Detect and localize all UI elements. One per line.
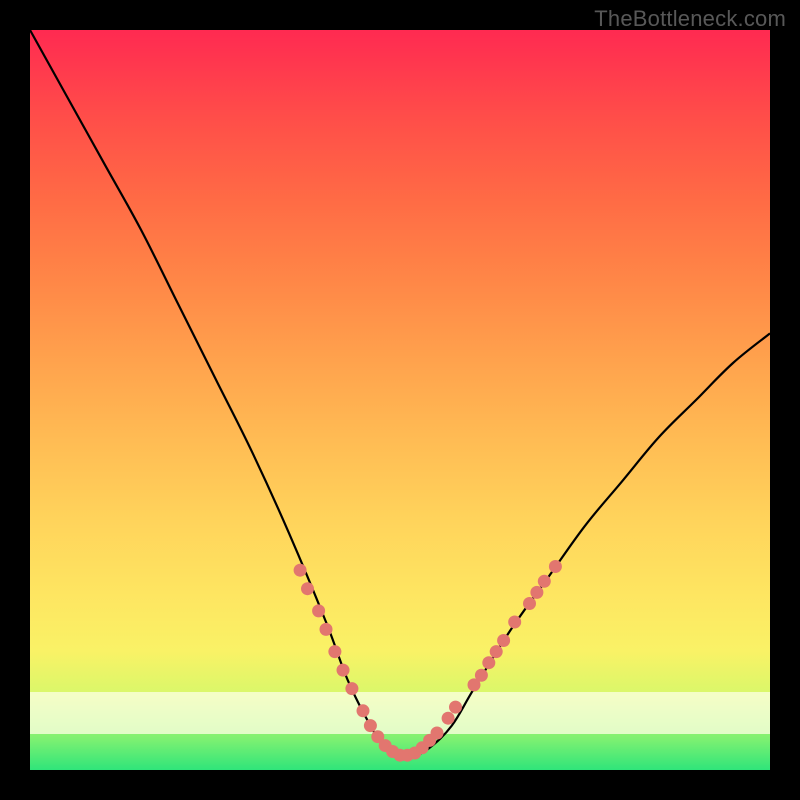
curve-dot (523, 597, 536, 610)
curve-dot (442, 712, 455, 725)
curve-dot (482, 656, 495, 669)
curve-dot (497, 634, 510, 647)
curve-dot (345, 682, 358, 695)
plot-area (30, 30, 770, 770)
curve-dot (320, 623, 333, 636)
curve-dot (364, 719, 377, 732)
watermark-text: TheBottleneck.com (594, 6, 786, 32)
curve-dot (475, 669, 488, 682)
curve-dot (328, 645, 341, 658)
curve-dot (549, 560, 562, 573)
curve-dot (490, 645, 503, 658)
chart-svg (30, 30, 770, 770)
curve-dot (357, 704, 370, 717)
chart-frame: TheBottleneck.com (0, 0, 800, 800)
curve-dot (508, 616, 521, 629)
curve-dot (431, 727, 444, 740)
bottleneck-curve (30, 30, 770, 756)
curve-dot (337, 664, 350, 677)
curve-dot (294, 564, 307, 577)
curve-dot (538, 575, 551, 588)
curve-dot (301, 582, 314, 595)
curve-dot (449, 701, 462, 714)
curve-markers (294, 560, 562, 762)
curve-dot (530, 586, 543, 599)
curve-dot (312, 604, 325, 617)
